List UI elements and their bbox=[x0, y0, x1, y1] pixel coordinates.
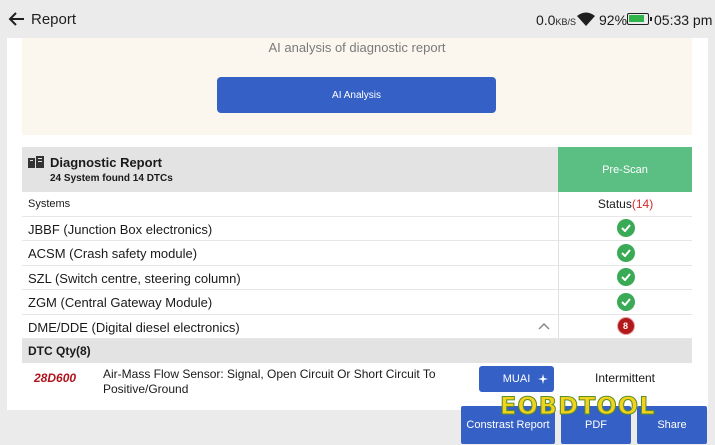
check-icon bbox=[616, 292, 635, 311]
system-name: SZL (Switch centre, steering column) bbox=[28, 270, 241, 286]
back-arrow-icon[interactable] bbox=[8, 10, 26, 28]
wifi-icon bbox=[577, 12, 595, 26]
ai-analysis-panel: AI analysis of diagnostic report AI Anal… bbox=[22, 38, 692, 135]
muai-button[interactable]: MUAI bbox=[479, 366, 554, 392]
report-content[interactable]: AI analysis of diagnostic report AI Anal… bbox=[7, 38, 708, 410]
check-icon bbox=[616, 219, 635, 238]
check-icon bbox=[616, 268, 635, 287]
table-column-header: Systems Status (14) bbox=[22, 192, 692, 217]
network-speed: 0.0KB/S bbox=[536, 12, 576, 28]
report-summary: 24 System found 14 DTCs bbox=[50, 173, 173, 184]
watermark-logo: EOBDTOOL bbox=[499, 392, 656, 421]
system-name: JBBF (Junction Box electronics) bbox=[28, 221, 213, 237]
system-row-expanded[interactable]: DME/DDE (Digital diesel electronics) 8 bbox=[22, 314, 692, 339]
dtc-quantity: DTC Qty(8) bbox=[28, 344, 91, 358]
dtc-count-badge: 8 bbox=[616, 317, 635, 336]
system-name: ZGM (Central Gateway Module) bbox=[28, 295, 213, 310]
systems-column-label: Systems bbox=[28, 198, 71, 210]
system-row[interactable]: ZGM (Central Gateway Module) bbox=[22, 290, 692, 315]
dtc-status: Intermittent bbox=[594, 371, 656, 385]
system-row[interactable]: SZL (Switch centre, steering column) bbox=[22, 265, 692, 290]
report-header: Diagnostic Report 24 System found 14 DTC… bbox=[22, 147, 692, 192]
page-title: Report bbox=[31, 11, 77, 28]
battery-percentage: 92% bbox=[599, 12, 628, 28]
dtc-section-header: DTC Qty(8) bbox=[22, 339, 692, 363]
ai-analysis-title: AI analysis of diagnostic report bbox=[268, 40, 446, 55]
system-row[interactable]: JBBF (Junction Box electronics) bbox=[22, 216, 692, 241]
report-title: Diagnostic Report bbox=[50, 155, 162, 170]
system-row[interactable]: ACSM (Crash safety module) bbox=[22, 241, 692, 266]
ai-analysis-button[interactable]: AI Analysis bbox=[217, 77, 496, 113]
prescan-tab[interactable]: Pre-Scan bbox=[558, 147, 692, 192]
dtc-code: 28D600 bbox=[34, 371, 77, 385]
status-column-label: Status (14) bbox=[558, 192, 692, 216]
dtc-description: Air-Mass Flow Sensor: Signal, Open Circu… bbox=[103, 367, 436, 396]
system-name: ACSM (Crash safety module) bbox=[28, 246, 198, 261]
clock: 05:33 pm bbox=[654, 12, 713, 28]
report-icon bbox=[28, 156, 44, 168]
sparkle-icon bbox=[538, 374, 548, 384]
check-icon bbox=[616, 243, 635, 262]
diagnostic-report-table: Diagnostic Report 24 System found 14 DTC… bbox=[22, 147, 692, 403]
system-name: DME/DDE (Digital diesel electronics) bbox=[28, 319, 240, 335]
battery-icon bbox=[627, 13, 652, 25]
top-bar: Report 0.0KB/S 92% 05:33 pm bbox=[0, 0, 715, 38]
chevron-up-icon[interactable] bbox=[538, 322, 550, 330]
